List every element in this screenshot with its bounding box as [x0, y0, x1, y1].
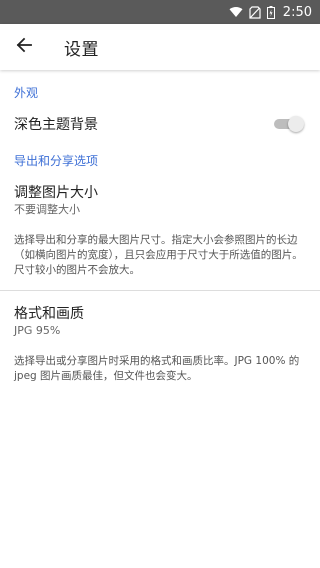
section-header-export: 导出和分享选项	[14, 154, 99, 168]
status-time: 2:50	[282, 4, 312, 20]
resize-preference[interactable]: 调整图片大小 不要调整大小 选择导出和分享的最大图片尺寸。指定大小会参照图片的长…	[0, 172, 320, 290]
format-preference[interactable]: 格式和画质 JPG 95% 选择导出或分享图片时采用的格式和画质比率。JPG 1…	[0, 291, 320, 396]
dark-theme-toggle[interactable]	[274, 116, 304, 132]
section-header-appearance: 外观	[14, 86, 39, 100]
resize-description: 选择导出和分享的最大图片尺寸。指定大小会参照图片的长边（如横向图片的宽度），且只…	[14, 234, 303, 276]
resize-title: 调整图片大小	[14, 185, 98, 201]
wifi-icon	[229, 6, 243, 18]
status-bar: 2:50	[0, 0, 320, 24]
dark-theme-row[interactable]: 深色主题背景	[0, 104, 320, 144]
format-description: 选择导出或分享图片时采用的格式和画质比率。JPG 100% 的 jpeg 图片画…	[14, 355, 300, 382]
sim-off-icon	[249, 5, 261, 19]
page-title: 设置	[64, 39, 99, 60]
arrow-left-icon	[16, 37, 32, 57]
resize-summary: 不要调整大小	[14, 203, 80, 216]
settings-list: 外观 深色主题背景 导出和分享选项 调整图片大小 不要调整大小 选择导出和分享的…	[0, 74, 320, 396]
format-title: 格式和画质	[14, 306, 84, 322]
app-bar: 设置	[0, 24, 320, 70]
dark-theme-label: 深色主题背景	[14, 117, 98, 133]
toggle-thumb	[288, 116, 304, 132]
back-button[interactable]	[0, 24, 48, 70]
battery-icon	[266, 5, 275, 19]
format-summary: JPG 95%	[14, 324, 61, 337]
